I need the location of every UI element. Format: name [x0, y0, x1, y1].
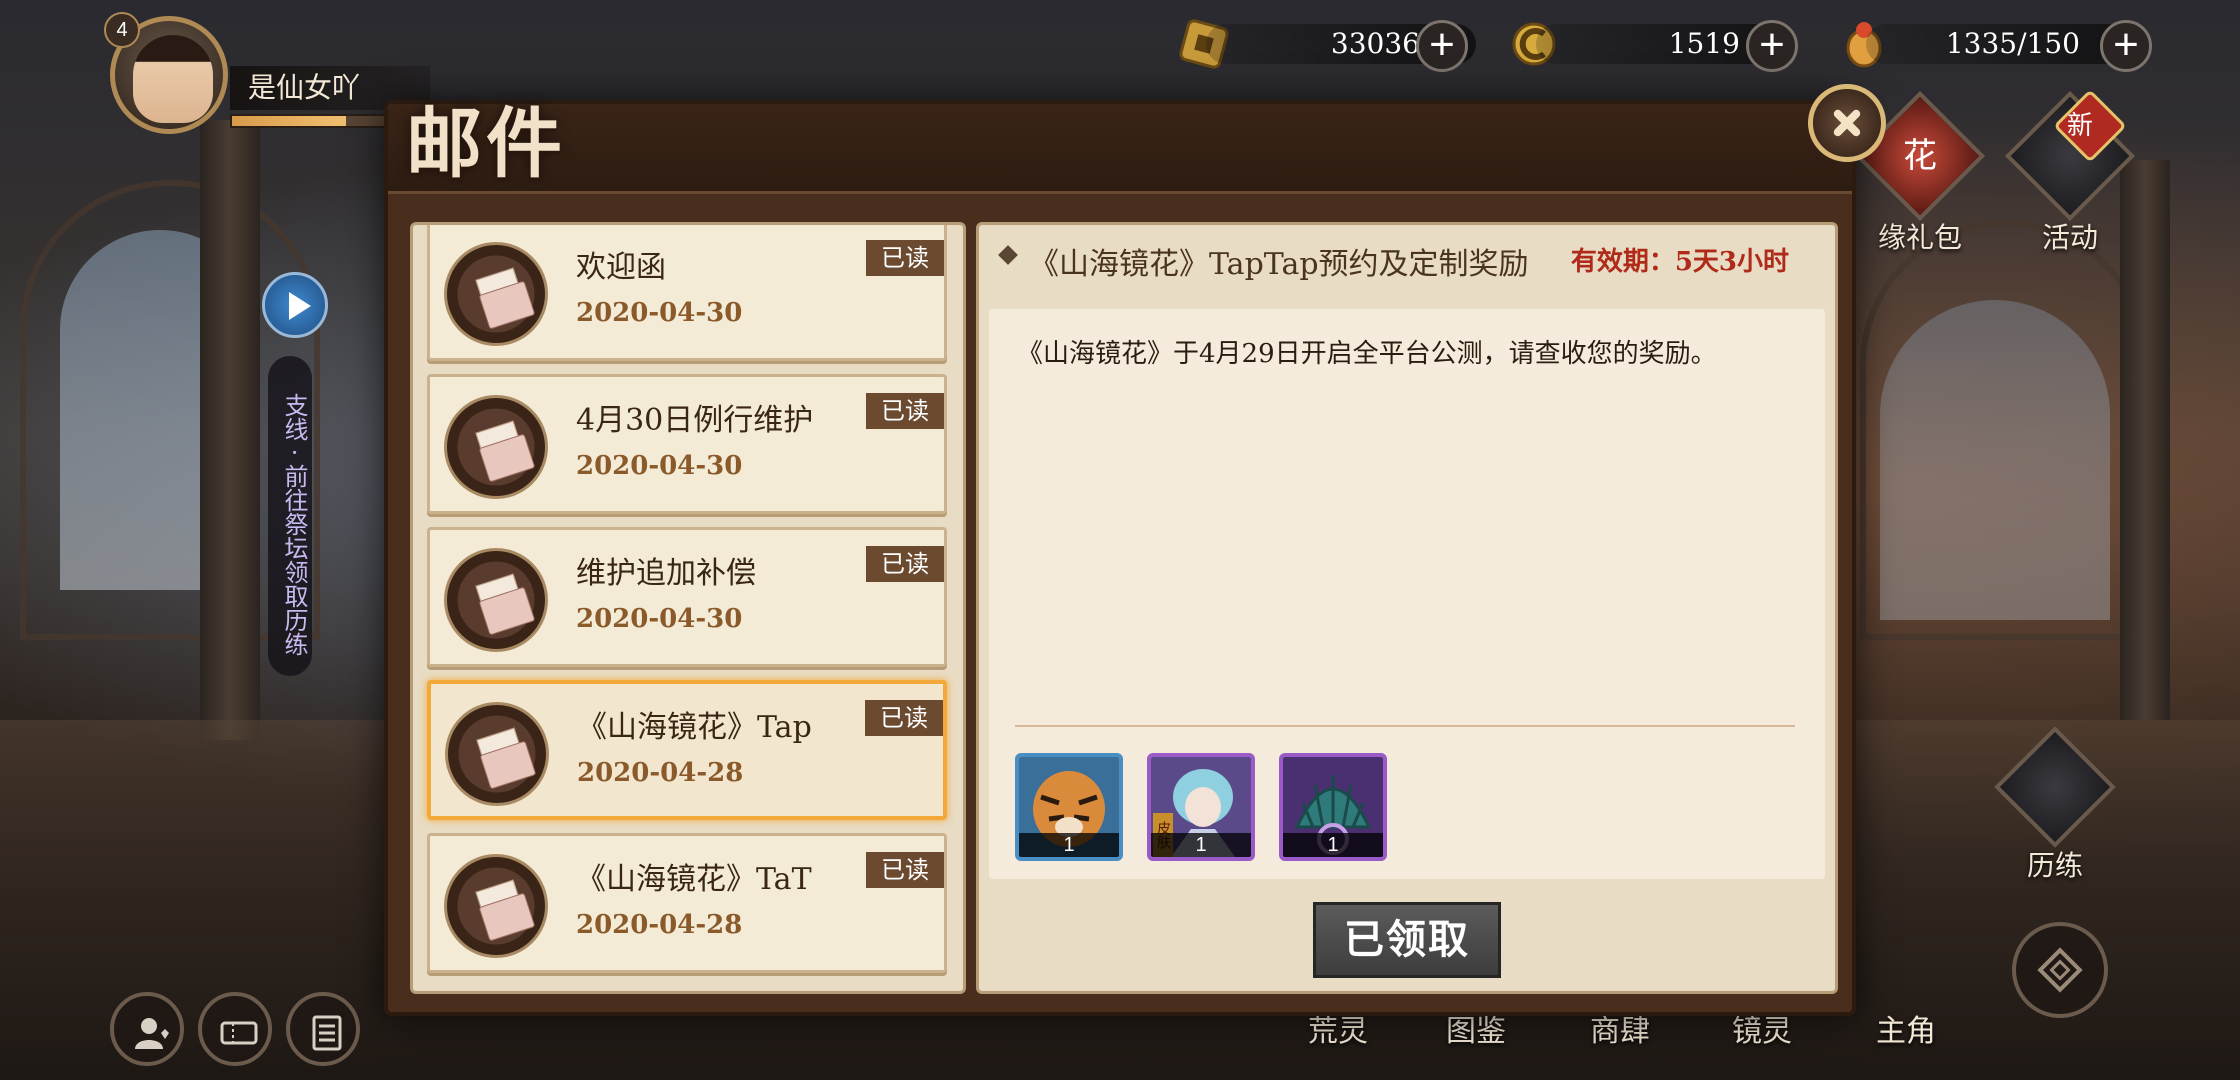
nav-protagonist[interactable]: 主角: [1876, 1006, 1936, 1050]
compass-icon: [2037, 947, 2083, 993]
train-label: 历练: [2026, 849, 2083, 882]
mail-title: 4月30日例行维护: [576, 403, 814, 438]
mail-item[interactable]: 《山海镜花》TaT 2020-04-28 已读: [427, 833, 947, 973]
read-status-badge: 已读: [866, 852, 944, 888]
detail-header: 《山海镜花》TapTap预约及定制奖励 有效期：5天3小时: [991, 239, 1819, 282]
notes-icon: [312, 1015, 342, 1051]
read-status-badge: 已读: [866, 240, 944, 276]
expiry-text: 有效期：5天3小时: [1566, 241, 1789, 278]
currency-gold: 1519 +: [1506, 14, 1836, 72]
envelope-icon: [444, 242, 548, 346]
mail-title: 《山海镜花》TaT: [576, 862, 812, 897]
quest-tracker[interactable]: 支线 · 前往祭坛领取历练: [268, 356, 312, 676]
envelope-icon: [444, 854, 548, 958]
dialog-header: [388, 104, 1852, 194]
mail-date: 2020-04-30: [576, 298, 743, 328]
activity-label: 活动: [2041, 221, 2098, 254]
mail-item[interactable]: 4月30日例行维护 2020-04-30 已读: [427, 374, 947, 514]
reward-qty: 1: [1019, 833, 1119, 857]
envelope-icon: [444, 548, 548, 652]
mail-date: 2020-04-28: [576, 910, 743, 940]
currency-stamina: 1335/150 +: [1836, 14, 2166, 72]
dialog-title: 邮件: [406, 99, 566, 188]
reward-item[interactable]: 1: [1279, 753, 1387, 861]
mail-date: 2020-04-30: [576, 451, 743, 481]
mail-title: 欢迎函: [576, 250, 666, 285]
close-button[interactable]: [1808, 84, 1886, 162]
stamina-value: 1335/150: [1866, 24, 2136, 64]
envelope-icon: [444, 395, 548, 499]
train-icon: [1994, 726, 2116, 848]
gift-pack-label: 缘礼包: [1877, 221, 1962, 254]
mail-list[interactable]: 欢迎函 2020-04-30 已读 4月30日例行维护 2020-04-30 已…: [410, 222, 966, 994]
mail-date: 2020-04-30: [576, 604, 743, 634]
reward-item[interactable]: 1: [1015, 753, 1123, 861]
read-status-badge: 已读: [866, 393, 944, 429]
reward-qty: 1: [1283, 833, 1383, 857]
ticket-icon: [220, 1021, 258, 1045]
reward-qty: 1: [1151, 833, 1251, 857]
mail-item[interactable]: 维护追加补偿 2020-04-30 已读: [427, 527, 947, 667]
claimed-button[interactable]: 已领取: [1313, 902, 1501, 978]
detail-body: 《山海镜花》于4月29日开启全平台公测，请查收您的奖励。 1 1 1: [989, 309, 1825, 879]
detail-message: 《山海镜花》于4月29日开启全平台公测，请查收您的奖励。: [1017, 339, 1717, 369]
mail-dialog: 邮件 欢迎函 2020-04-30 已读 4月30日例行维护 2020-04-3…: [384, 84, 1886, 1016]
notes-button[interactable]: [286, 992, 360, 1066]
envelope-icon: [445, 702, 549, 806]
mail-title: 《山海镜花》Tap: [577, 710, 812, 745]
friends-button[interactable]: [110, 992, 184, 1066]
reward-item[interactable]: 皮肤 1: [1147, 753, 1255, 861]
detail-subject: 《山海镜花》TapTap预约及定制奖励: [1029, 247, 1529, 282]
friends-icon: [135, 1018, 169, 1049]
mail-detail: 《山海镜花》TapTap预约及定制奖励 有效期：5天3小时 《山海镜花》于4月2…: [976, 222, 1838, 994]
play-button[interactable]: [262, 272, 328, 338]
read-status-badge: 已读: [865, 700, 943, 736]
mail-item-selected[interactable]: 《山海镜花》Tap 2020-04-28 已读: [427, 680, 947, 820]
mail-title: 维护追加补偿: [576, 556, 756, 591]
add-coin-button[interactable]: +: [1416, 20, 1468, 72]
add-gold-button[interactable]: +: [1746, 20, 1798, 72]
compass-button[interactable]: [2012, 922, 2108, 1018]
train-button[interactable]: 历练: [1990, 726, 2120, 884]
ticket-button[interactable]: [198, 992, 272, 1066]
divider: [1015, 725, 1795, 727]
mail-date: 2020-04-28: [577, 758, 744, 788]
read-status-badge: 已读: [866, 546, 944, 582]
diamond-bullet-icon: [998, 245, 1018, 265]
add-stamina-button[interactable]: +: [2100, 20, 2152, 72]
currency-coins: 33036 +: [1176, 14, 1506, 72]
mail-item[interactable]: 欢迎函 2020-04-30 已读: [427, 225, 947, 361]
level-badge: 4: [104, 12, 140, 48]
